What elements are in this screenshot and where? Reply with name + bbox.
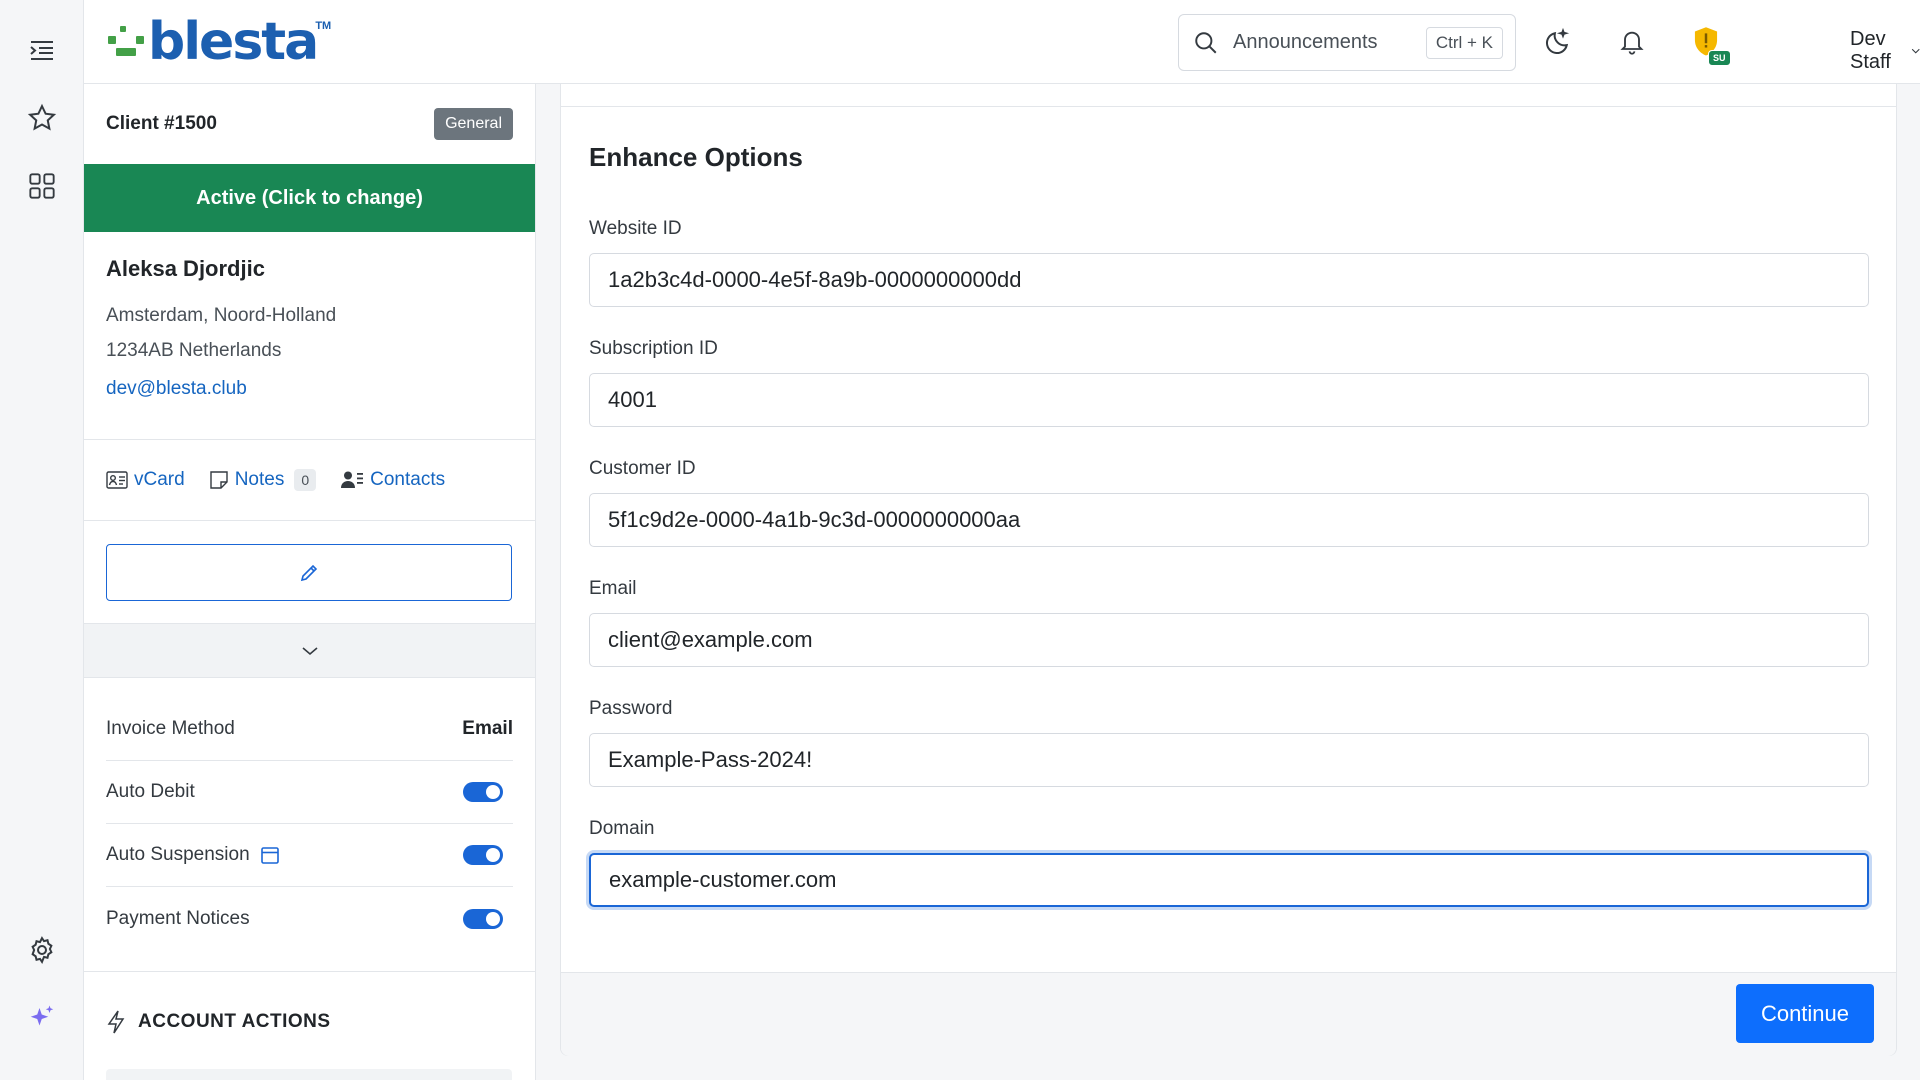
form-title: Enhance Options xyxy=(589,142,803,172)
client-address-line2: 1234AB Netherlands xyxy=(106,340,282,361)
left-rail xyxy=(0,0,84,1080)
contacts-link[interactable]: Contacts xyxy=(340,469,445,491)
payment-notices-toggle[interactable] xyxy=(463,908,503,929)
contacts-label: Contacts xyxy=(370,469,446,490)
dark-mode-moon-icon[interactable] xyxy=(1538,22,1578,62)
edit-section xyxy=(84,521,535,624)
email-label: Email xyxy=(589,578,637,599)
setting-row-payment-notices: Payment Notices xyxy=(106,887,513,950)
notes-link[interactable]: Notes 0 xyxy=(209,469,317,491)
setting-value: Email xyxy=(462,718,513,739)
client-status-button[interactable]: Active (Click to change) xyxy=(84,164,535,232)
client-name: Aleksa Djordjic xyxy=(106,256,265,281)
notes-label: Notes xyxy=(234,469,285,490)
client-links: vCard Notes 0 Contacts xyxy=(84,440,535,521)
apps-grid-icon[interactable] xyxy=(24,168,60,204)
subscription-id-label: Subscription ID xyxy=(589,338,718,359)
setting-row-auto-debit: Auto Debit xyxy=(106,761,513,824)
continue-button[interactable]: Continue xyxy=(1736,984,1874,1043)
domain-input[interactable] xyxy=(589,853,1869,907)
divider xyxy=(561,106,1896,107)
client-group-badge: General xyxy=(434,108,513,140)
domain-field: Domain xyxy=(589,818,1869,907)
pencil-icon xyxy=(300,564,318,581)
password-input[interactable] xyxy=(589,733,1869,787)
client-settings: Invoice Method Email Auto Debit Auto Sus… xyxy=(84,678,535,972)
user-name: Dev Staff xyxy=(1850,28,1891,73)
setting-label: Auto Debit xyxy=(106,781,195,802)
password-label: Password xyxy=(589,698,673,719)
subscription-id-input[interactable] xyxy=(589,373,1869,427)
blesta-logo[interactable]: blesta TM xyxy=(106,16,331,68)
email-input[interactable] xyxy=(589,613,1869,667)
notes-count-badge: 0 xyxy=(294,469,317,491)
customer-id-label: Customer ID xyxy=(589,458,696,479)
note-icon xyxy=(209,471,228,489)
expand-details-toggle[interactable] xyxy=(84,624,535,678)
vcard-label: vCard xyxy=(134,469,185,490)
customer-id-field: Customer ID xyxy=(589,458,1869,547)
password-field: Password xyxy=(589,698,1869,787)
super-user-shield[interactable]: SU xyxy=(1686,22,1731,66)
chevron-down-icon xyxy=(301,646,318,655)
logo-trademark: TM xyxy=(315,20,332,32)
email-field: Email xyxy=(589,578,1869,667)
edit-client-button[interactable] xyxy=(106,544,512,601)
client-address-line1: Amsterdam, Noord-Holland xyxy=(106,305,337,326)
setting-label: Auto Suspension xyxy=(106,844,250,865)
user-menu[interactable]: Dev Staff xyxy=(1850,28,1920,74)
menu-toggle-icon[interactable] xyxy=(24,32,60,68)
enhance-options-card: Enhance Options Website ID Subscription … xyxy=(560,84,1897,1056)
website-id-label: Website ID xyxy=(589,218,682,239)
account-actions-label: ACCOUNT ACTIONS xyxy=(138,1011,331,1032)
auto-suspension-toggle[interactable] xyxy=(463,845,503,865)
website-id-field: Website ID xyxy=(589,218,1869,307)
su-badge: SU xyxy=(1708,50,1731,66)
chevron-down-icon xyxy=(1911,48,1920,54)
form-footer: Continue xyxy=(561,972,1896,1056)
setting-label: Payment Notices xyxy=(106,907,250,929)
client-number: Client #1500 xyxy=(106,113,217,134)
search-shortcut-badge: Ctrl + K xyxy=(1425,27,1503,59)
domain-label: Domain xyxy=(589,818,655,839)
account-actions-list xyxy=(106,1069,512,1080)
search-bar[interactable]: Announcements Ctrl + K xyxy=(1178,14,1516,71)
notification-bell-icon[interactable] xyxy=(1612,22,1652,62)
client-header: Client #1500 General xyxy=(84,84,535,164)
sparkle-ai-icon[interactable] xyxy=(24,1000,60,1036)
logo-smile-icon xyxy=(108,26,144,56)
setting-label-wrap: Auto Suspension xyxy=(106,844,280,866)
client-panel: Client #1500 General Active (Click to ch… xyxy=(84,84,536,1080)
subscription-id-field: Subscription ID xyxy=(589,338,1869,427)
lightning-bolt-icon xyxy=(107,1010,125,1034)
vcard-link[interactable]: vCard xyxy=(106,469,185,491)
setting-row-auto-suspension: Auto Suspension xyxy=(106,824,513,887)
search-icon xyxy=(1195,31,1217,53)
client-info: Aleksa Djordjic Amsterdam, Noord-Holland… xyxy=(84,232,535,440)
vcard-icon xyxy=(106,471,128,489)
website-id-input[interactable] xyxy=(589,253,1869,307)
logo-text: blesta xyxy=(148,12,319,72)
setting-label: Invoice Method xyxy=(106,718,235,739)
settings-gear-icon[interactable] xyxy=(24,932,60,968)
customer-id-input[interactable] xyxy=(589,493,1869,547)
calendar-icon[interactable] xyxy=(260,845,280,865)
contacts-icon xyxy=(341,471,364,488)
setting-row-invoice-method: Invoice Method Email xyxy=(106,698,513,761)
client-email-link[interactable]: dev@blesta.club xyxy=(106,378,247,400)
auto-debit-toggle[interactable] xyxy=(463,782,503,802)
star-icon[interactable] xyxy=(24,100,60,136)
search-placeholder: Announcements xyxy=(1233,31,1378,53)
account-actions-heading: ACCOUNT ACTIONS xyxy=(106,1010,331,1034)
top-header: blesta TM Announcements Ctrl + K SU Dev … xyxy=(84,0,1920,84)
